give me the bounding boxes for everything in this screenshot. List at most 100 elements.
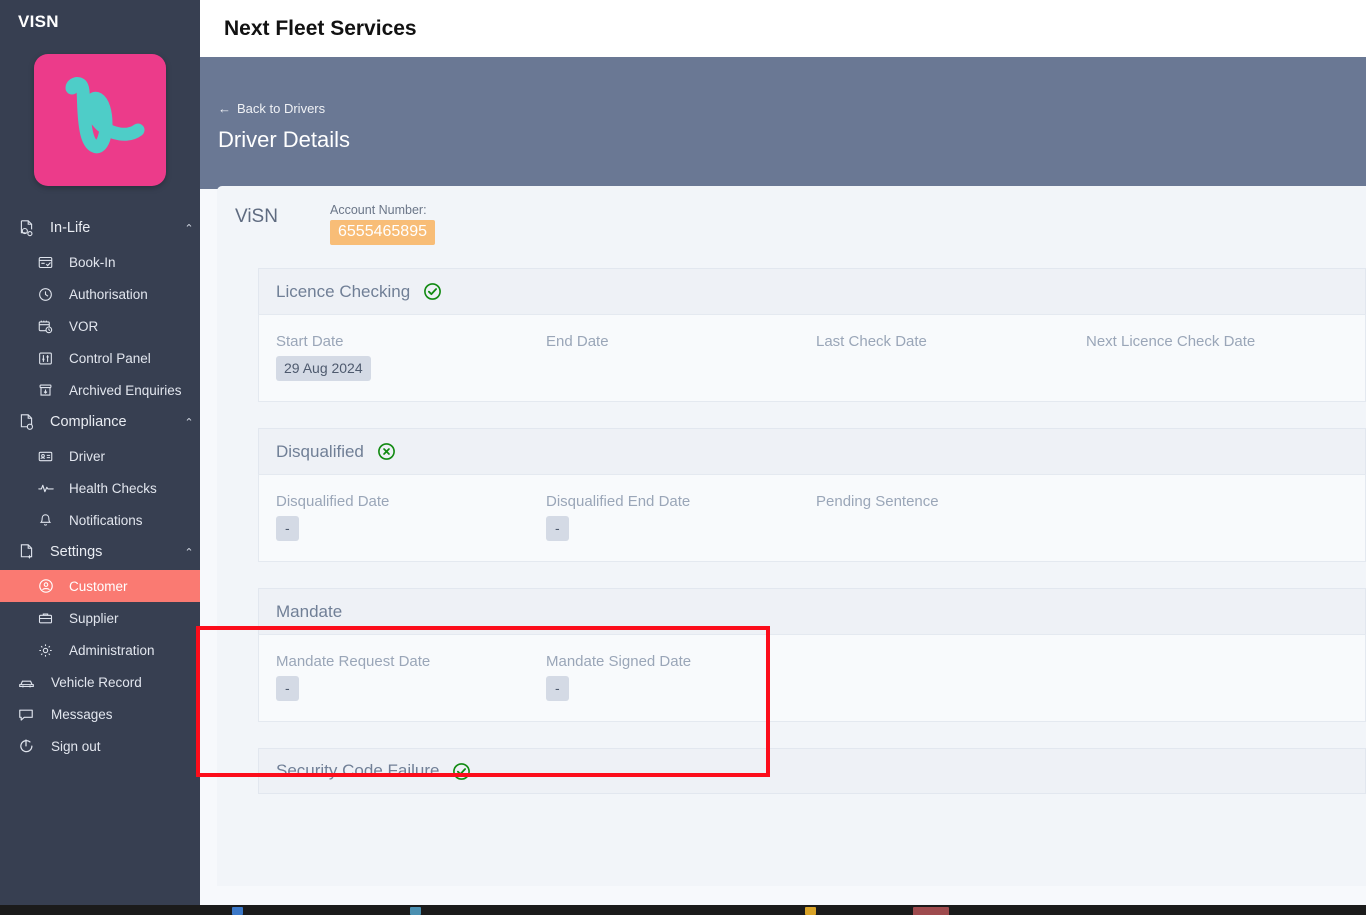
sidebar-item-sign-out[interactable]: Sign out [0,730,200,762]
sidebar-group-label: Settings [50,544,103,560]
chevron-up-icon[interactable]: ⌃ [178,546,200,559]
entity-label: ViSN [235,206,278,227]
sidebar-item-label: Administration [69,642,155,658]
panel-title: Security Code Failure [276,761,440,780]
field-pending-sentence: Pending Sentence [816,493,939,541]
taskbar-icon-red[interactable] [913,907,949,915]
sidebar-item-supplier[interactable]: Supplier [0,602,200,634]
sidebar: VISN In-Life ⌃ Book-In Authorisation VOR… [0,0,200,905]
document-check-icon [18,413,42,431]
sidebar-item-label: Customer [69,578,128,594]
logo-container [0,54,200,186]
taskbar[interactable] [0,905,1366,915]
green-x-circle-icon [377,442,396,461]
sidebar-item-authorisation[interactable]: Authorisation [0,278,200,310]
sidebar-group-label: Compliance [50,414,127,430]
sign-out-icon [18,738,42,754]
calendar-clock-icon [38,319,60,334]
field-disqualified-end-date: Disqualified End Date - [546,493,816,541]
sliders-icon [38,351,60,366]
car-icon [18,675,42,690]
briefcase-icon [38,611,60,626]
main-area: Next Fleet Services ← Back to Drivers Dri… [200,0,1366,905]
back-to-drivers-link[interactable]: ← Back to Drivers [218,101,1366,116]
panel-header[interactable]: Mandate [258,588,1366,634]
chevron-up-icon[interactable]: ⌃ [178,222,200,235]
field-label: Mandate Signed Date [546,653,692,670]
panel-mandate: Mandate Mandate Request Date - Mandate S… [258,588,1366,722]
sidebar-item-label: Control Panel [69,350,151,366]
chevron-up-icon[interactable]: ⌃ [178,416,200,429]
sidebar-item-control-panel[interactable]: Control Panel [0,342,200,374]
panel-header[interactable]: Security Code Failure [258,748,1366,794]
panel-header[interactable]: Disqualified [258,428,1366,474]
field-start-date: Start Date 29 Aug 2024 [276,333,546,381]
window-topbar: Next Fleet Services [200,0,1366,57]
sidebar-item-label: Messages [51,706,113,722]
sidebar-item-messages[interactable]: Messages [0,698,200,730]
chat-bubble-icon [18,707,42,722]
account-number-label: Account Number: [330,203,427,217]
taskbar-icon-teal[interactable] [410,907,421,915]
field-end-date: End Date [546,333,816,381]
sidebar-item-label: Supplier [69,610,119,626]
panel-title: Licence Checking [276,281,411,301]
sidebar-item-archived-enquiries[interactable]: Archived Enquiries [0,374,200,406]
sidebar-item-vor[interactable]: VOR [0,310,200,342]
page-header-band: ← Back to Drivers Driver Details [200,57,1366,189]
sidebar-item-label: Book-In [69,254,116,270]
sidebar-group-settings[interactable]: Settings ⌃ [0,536,200,568]
sidebar-item-administration[interactable]: Administration [0,634,200,666]
panel-disqualified: Disqualified Disqualified Date - Disqual… [258,428,1366,562]
field-label: Next Licence Check Date [1086,333,1256,350]
panel-body: Disqualified Date - Disqualified End Dat… [258,474,1366,562]
sidebar-item-book-in[interactable]: Book-In [0,246,200,278]
sidebar-item-health-checks[interactable]: Health Checks [0,472,200,504]
sidebar-group-in-life[interactable]: In-Life ⌃ [0,212,200,244]
field-value: 29 Aug 2024 [276,356,371,381]
taskbar-icon-yellow[interactable] [805,907,816,915]
sidebar-item-label: VOR [69,318,99,334]
field-value: - [546,676,569,701]
panel-security-code-failure: Security Code Failure [258,748,1366,794]
visn-logo-icon [34,54,166,186]
window-title: Next Fleet Services [224,16,417,40]
sidebar-item-label: Sign out [51,738,101,754]
field-label: Disqualified Date [276,493,390,510]
panel-list: Licence Checking Start Date 29 Aug 2024 … [258,268,1366,820]
panel-body: Start Date 29 Aug 2024 End Date Last Che… [258,314,1366,402]
sidebar-item-label: Health Checks [69,480,157,496]
field-mandate-signed-date: Mandate Signed Date - [546,653,691,701]
panel-licence-checking: Licence Checking Start Date 29 Aug 2024 … [258,268,1366,402]
panel-title: Mandate [276,601,343,621]
sidebar-item-customer[interactable]: Customer [0,570,200,602]
sidebar-item-driver[interactable]: Driver [0,440,200,472]
field-disqualified-date: Disqualified Date - [276,493,546,541]
document-gears-icon [18,219,42,237]
archive-down-icon [38,383,60,398]
page-title: Driver Details [218,127,351,152]
panel-header[interactable]: Licence Checking [258,268,1366,314]
back-link-label: Back to Drivers [237,101,326,116]
field-next-licence-check-date: Next Licence Check Date [1086,333,1255,381]
account-number-value: 6555465895 [330,220,435,245]
field-label: Mandate Request Date [276,653,431,670]
sidebar-item-label: Vehicle Record [51,674,142,690]
sidebar-item-label: Notifications [69,512,143,528]
sidebar-item-vehicle-record[interactable]: Vehicle Record [0,666,200,698]
field-label: Disqualified End Date [546,493,691,510]
driver-details-card: ViSN Account Number: 6555465895 Licence … [217,186,1366,886]
app-root: VISN In-Life ⌃ Book-In Authorisation VOR… [0,0,1366,915]
field-value [816,356,832,365]
taskbar-icon-blue[interactable] [232,907,243,915]
sidebar-nav: In-Life ⌃ Book-In Authorisation VOR Cont… [0,212,200,762]
field-mandate-request-date: Mandate Request Date - [276,653,546,701]
field-last-check-date: Last Check Date [816,333,1086,381]
user-circle-icon [38,578,60,594]
account-card-header: ViSN Account Number: 6555465895 [235,200,1366,245]
gear-icon [38,643,60,658]
sidebar-item-label: Driver [69,448,105,464]
id-card-icon [38,449,60,464]
sidebar-group-compliance[interactable]: Compliance ⌃ [0,406,200,438]
sidebar-item-notifications[interactable]: Notifications [0,504,200,536]
